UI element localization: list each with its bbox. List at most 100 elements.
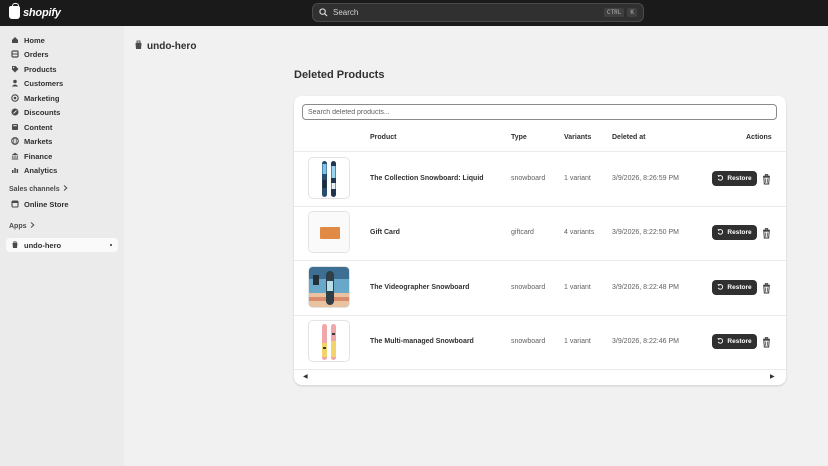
- snowboard-image-icon: [322, 324, 336, 360]
- sidebar-item-label: undo-hero: [24, 240, 62, 250]
- sidebar-item-orders[interactable]: Orders: [6, 47, 118, 61]
- column-header-variants: Variants: [564, 134, 592, 141]
- app-icon: [134, 37, 143, 55]
- restore-button[interactable]: Restore: [712, 171, 757, 186]
- product-name: The Videographer Snowboard: [370, 284, 470, 291]
- restore-label: Restore: [727, 175, 752, 182]
- sidebar-item-online-store[interactable]: Online Store: [6, 197, 118, 211]
- sidebar-item-home[interactable]: Home: [6, 33, 118, 47]
- product-type: giftcard: [511, 229, 534, 236]
- restore-label: Restore: [727, 284, 752, 291]
- apps-label: Apps: [9, 222, 27, 230]
- sidebar-item-label: Products: [24, 64, 57, 74]
- search-placeholder: Search: [333, 8, 359, 17]
- shortcut-key-ctrl: CTRL: [603, 8, 625, 17]
- sidebar-item-label: Discounts: [24, 107, 61, 117]
- sidebar-item-markets[interactable]: Markets: [6, 134, 118, 148]
- trash-icon[interactable]: [762, 281, 771, 294]
- product-thumbnail[interactable]: [308, 157, 350, 199]
- deleted-products-search-input[interactable]: [302, 104, 777, 120]
- sidebar: Home Orders Products Customers Marketing…: [0, 26, 124, 466]
- shopify-logo[interactable]: shopify: [9, 3, 61, 19]
- chart-icon: [10, 166, 20, 174]
- restore-button[interactable]: Restore: [712, 225, 757, 240]
- deleted-at: 3/9/2026, 8:22:46 PM: [612, 338, 679, 345]
- chevron-right-icon: [30, 222, 35, 230]
- sidebar-item-analytics[interactable]: Analytics: [6, 163, 118, 177]
- table-row: The Videographer Snowboard snowboard 1 v…: [294, 261, 786, 315]
- trash-icon[interactable]: [762, 172, 771, 185]
- undo-icon: [717, 174, 724, 183]
- product-variants: 4 variants: [564, 229, 595, 236]
- restore-label: Restore: [727, 338, 752, 345]
- undo-icon: [717, 228, 724, 237]
- product-type: snowboard: [511, 338, 546, 345]
- deleted-products-card: Product Type Variants Deleted at Actions…: [294, 96, 786, 385]
- deleted-at: 3/9/2026, 8:22:50 PM: [612, 229, 679, 236]
- person-icon: [10, 79, 20, 87]
- bank-icon: [10, 152, 20, 160]
- main-content: undo-hero Deleted Products Product Type …: [124, 26, 828, 466]
- product-variants: 1 variant: [564, 338, 591, 345]
- product-thumbnail[interactable]: [308, 211, 350, 253]
- product-variants: 1 variant: [564, 175, 591, 182]
- table-row: The Collection Snowboard: Liquid snowboa…: [294, 152, 786, 206]
- undo-icon: [717, 283, 724, 292]
- app-header: undo-hero: [134, 37, 196, 55]
- sidebar-item-products[interactable]: Products: [6, 62, 118, 76]
- tag-icon: [10, 65, 20, 73]
- column-header-type: Type: [511, 134, 527, 141]
- scroll-left-arrow-icon[interactable]: ◀: [303, 373, 308, 380]
- deleted-at: 3/9/2026, 8:22:48 PM: [612, 284, 679, 291]
- product-name: The Multi-managed Snowboard: [370, 338, 474, 345]
- product-thumbnail[interactable]: [308, 320, 350, 362]
- gift-card-image-icon: [309, 212, 349, 252]
- undo-icon: [717, 337, 724, 346]
- top-bar: shopify Search CTRL K: [0, 0, 828, 26]
- globe-icon: [10, 137, 20, 145]
- snowboard-image-icon: [322, 161, 336, 197]
- sidebar-item-undo-hero[interactable]: undo-hero: [6, 238, 118, 252]
- sales-channels-heading[interactable]: Sales channels: [9, 185, 68, 193]
- sidebar-item-finance[interactable]: Finance: [6, 149, 118, 163]
- sidebar-item-label: Finance: [24, 151, 53, 161]
- sidebar-item-label: Home: [24, 35, 45, 45]
- sidebar-item-content[interactable]: Content: [6, 120, 118, 134]
- sidebar-item-label: Content: [24, 122, 53, 132]
- pin-dot-icon: [110, 244, 112, 246]
- product-name: The Collection Snowboard: Liquid: [370, 175, 484, 182]
- sidebar-item-label: Customers: [24, 78, 64, 88]
- page-title: Deleted Products: [294, 69, 385, 81]
- restore-button[interactable]: Restore: [712, 334, 757, 349]
- sidebar-item-label: Orders: [24, 49, 49, 59]
- home-icon: [10, 36, 20, 44]
- global-search[interactable]: Search CTRL K: [312, 3, 644, 22]
- scroll-right-arrow-icon[interactable]: ▶: [770, 373, 775, 380]
- trash-icon[interactable]: [762, 335, 771, 348]
- sidebar-item-label: Markets: [24, 136, 53, 146]
- sales-channels-label: Sales channels: [9, 185, 60, 193]
- sidebar-item-discounts[interactable]: Discounts: [6, 105, 118, 119]
- apps-heading[interactable]: Apps: [9, 222, 35, 230]
- row-divider: [294, 369, 786, 370]
- photo-snowboard-image-icon: [309, 267, 349, 307]
- sidebar-item-marketing[interactable]: Marketing: [6, 91, 118, 105]
- discount-icon: [10, 108, 20, 116]
- deleted-at: 3/9/2026, 8:26:59 PM: [612, 175, 679, 182]
- product-thumbnail[interactable]: [308, 266, 350, 308]
- sidebar-item-label: Analytics: [24, 165, 58, 175]
- app-icon: [10, 241, 20, 249]
- sidebar-item-customers[interactable]: Customers: [6, 76, 118, 90]
- table-row: Gift Card giftcard 4 variants 3/9/2026, …: [294, 206, 786, 260]
- restore-button[interactable]: Restore: [712, 280, 757, 295]
- content-icon: [10, 123, 20, 131]
- shortcut-key-k: K: [627, 8, 637, 17]
- product-name: Gift Card: [370, 229, 400, 236]
- table-row: The Multi-managed Snowboard snowboard 1 …: [294, 315, 786, 369]
- column-header-deleted-at: Deleted at: [612, 134, 646, 141]
- trash-icon[interactable]: [762, 226, 771, 239]
- sidebar-item-label: Online Store: [24, 199, 69, 209]
- app-title: undo-hero: [147, 40, 197, 52]
- column-header-actions: Actions: [746, 134, 772, 141]
- shopify-bag-icon: [9, 3, 20, 19]
